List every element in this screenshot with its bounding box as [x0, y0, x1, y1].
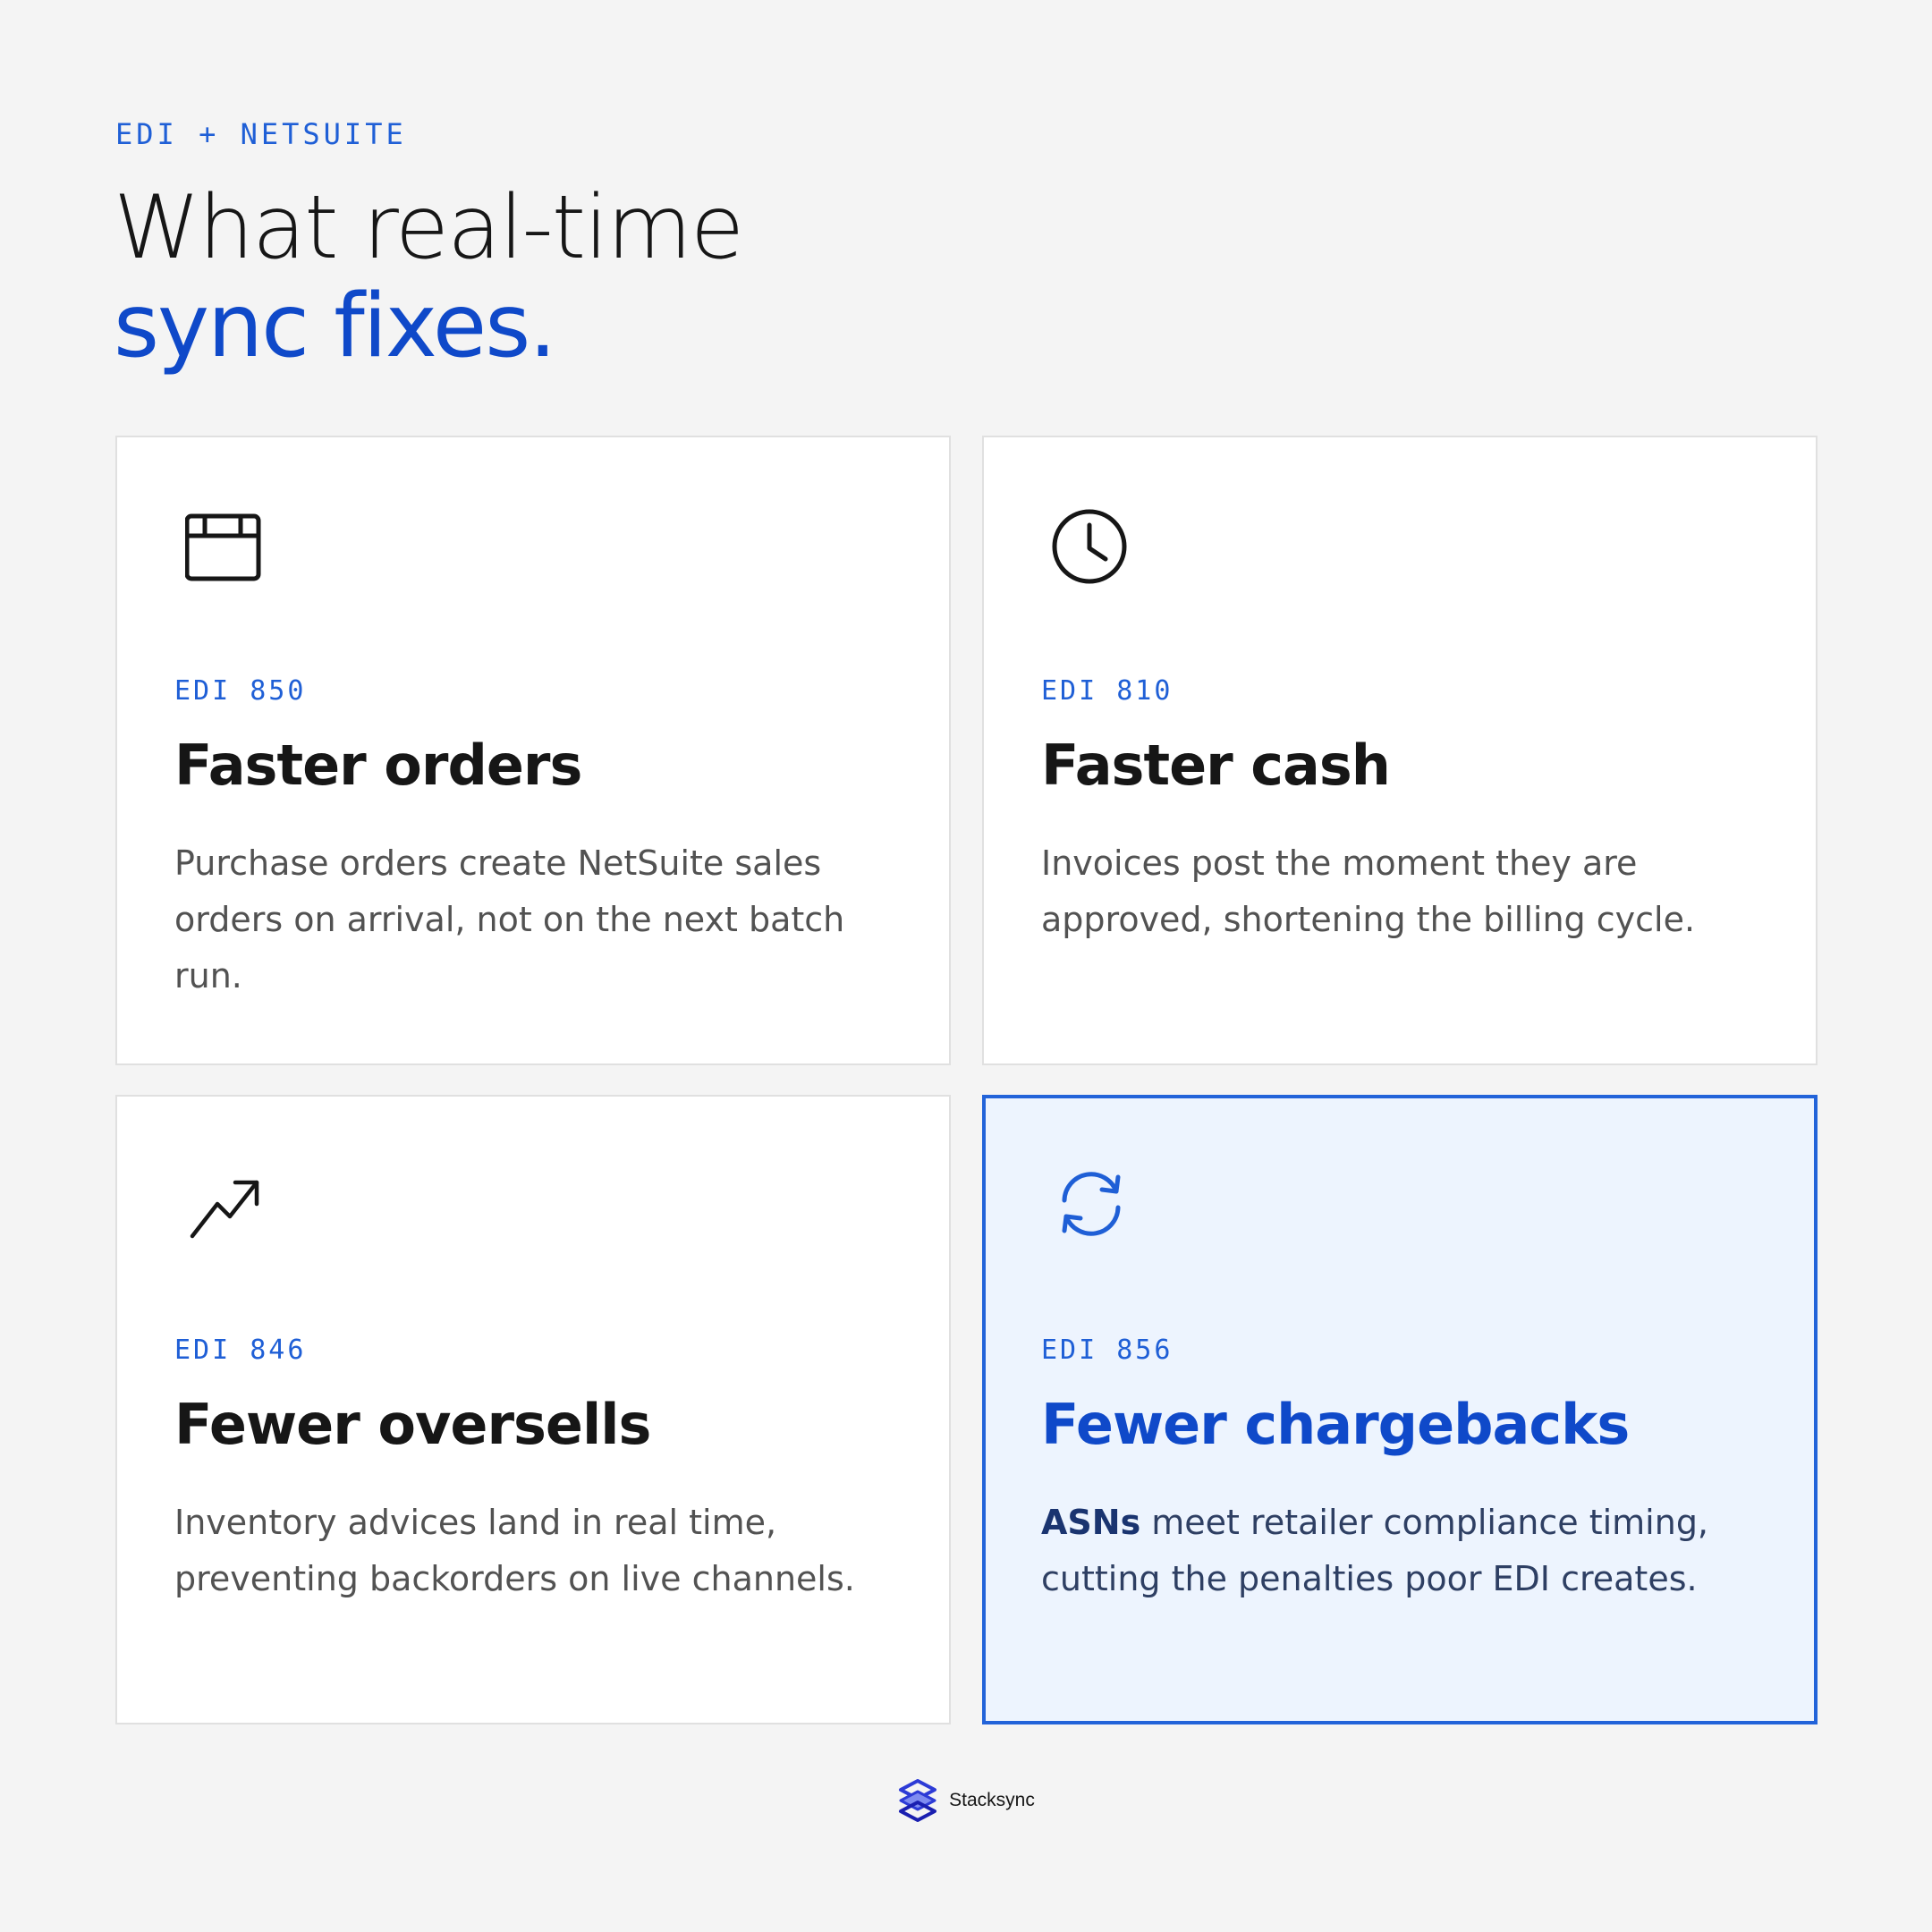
- card-fewer-oversells: EDI 846 Fewer oversells Inventory advice…: [115, 1095, 951, 1724]
- card-body-text: meet retailer compliance timing, cutting…: [1041, 1503, 1709, 1598]
- eyebrow-label: EDI + NETSUITE: [115, 117, 407, 151]
- card-body-strong: ASNs: [1041, 1503, 1141, 1542]
- card-title: Faster cash: [1041, 733, 1391, 798]
- footer-brand: Stacksync: [0, 1776, 1932, 1825]
- stacksync-logo-icon: [899, 1779, 937, 1822]
- card-fewer-chargebacks: EDI 856 Fewer chargebacks ASNs meet reta…: [982, 1095, 1818, 1724]
- clock-icon: [1052, 509, 1127, 584]
- page-title-line2: sync fixes.: [114, 275, 556, 377]
- sync-icon: [1062, 1172, 1121, 1236]
- page-title: What real-time sync fixes.: [114, 177, 744, 377]
- card-body: Invoices post the moment they are approv…: [1041, 843, 1696, 939]
- window-icon: [185, 513, 261, 581]
- card-code: EDI 856: [1041, 1335, 1174, 1366]
- card-code: EDI 810: [1041, 675, 1174, 707]
- card-code: EDI 846: [174, 1335, 307, 1366]
- card-body: Inventory advices land in real time, pre…: [174, 1503, 855, 1598]
- card-title: Fewer oversells: [174, 1392, 651, 1457]
- benefits-grid: EDI 850 Faster orders Purchase orders cr…: [115, 436, 1818, 1724]
- card-body: ASNs meet retailer compliance timing, cu…: [1041, 1495, 1739, 1607]
- card-body: Purchase orders create NetSuite sales or…: [174, 843, 845, 996]
- trend-up-icon: [190, 1180, 259, 1239]
- card-title: Fewer chargebacks: [1041, 1392, 1630, 1457]
- page-title-line1: What real-time: [114, 177, 744, 279]
- card-code: EDI 850: [174, 675, 307, 707]
- card-faster-cash: EDI 810 Faster cash Invoices post the mo…: [982, 436, 1818, 1065]
- card-faster-orders: EDI 850 Faster orders Purchase orders cr…: [115, 436, 951, 1065]
- card-title: Faster orders: [174, 733, 582, 798]
- brand-name: Stacksync: [949, 1790, 1035, 1810]
